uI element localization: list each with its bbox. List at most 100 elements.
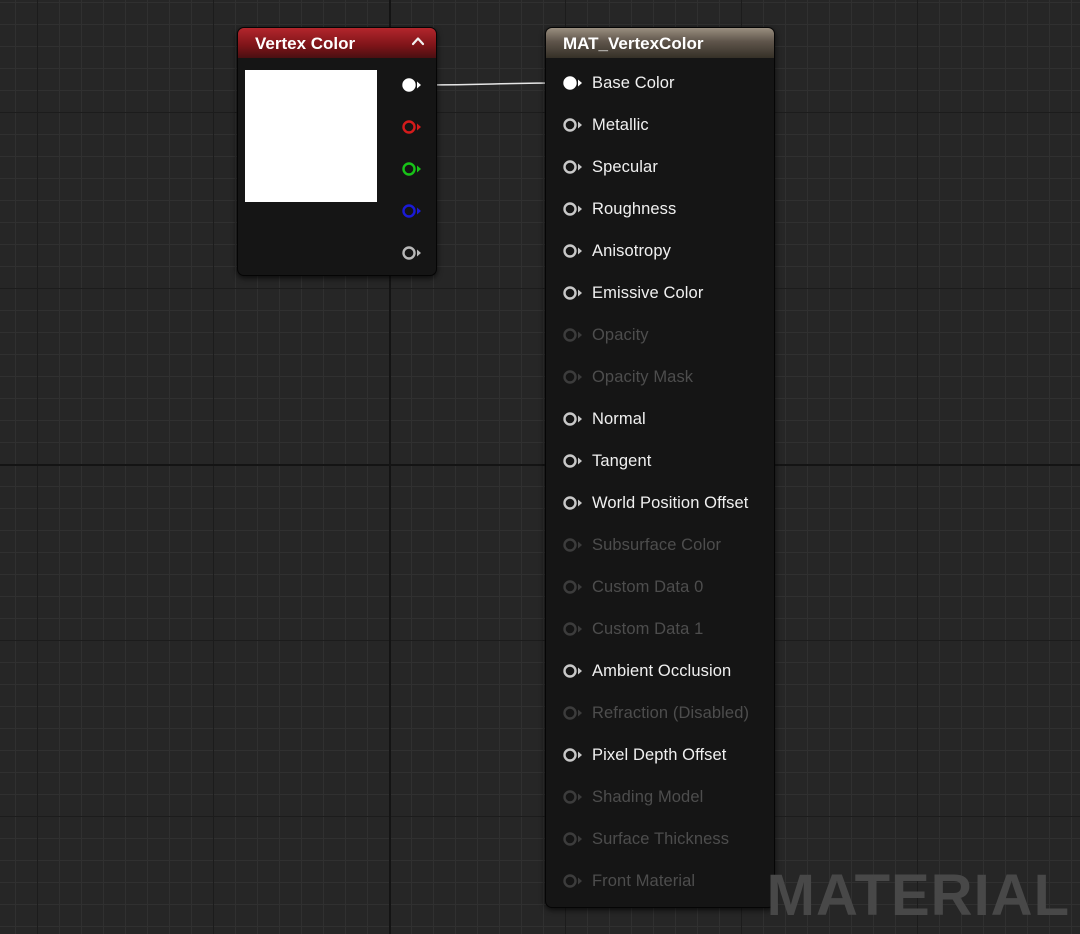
node-title: MAT_VertexColor bbox=[563, 34, 704, 53]
input-pin[interactable] bbox=[562, 411, 584, 427]
input-pin-row[interactable]: Opacity Mask bbox=[546, 366, 774, 390]
input-pin-row[interactable]: Specular bbox=[546, 156, 774, 180]
input-pin[interactable] bbox=[562, 453, 584, 469]
input-pin[interactable] bbox=[562, 327, 584, 343]
input-pin[interactable] bbox=[562, 495, 584, 511]
graph-type-watermark: MATERIAL bbox=[766, 863, 1070, 928]
input-pin-label: Specular bbox=[592, 158, 658, 176]
input-pin[interactable] bbox=[562, 747, 584, 763]
input-pin-label: Subsurface Color bbox=[592, 536, 722, 554]
input-pin[interactable] bbox=[562, 705, 584, 721]
pin-icon bbox=[563, 244, 582, 258]
connection-wire[interactable] bbox=[420, 82, 566, 86]
input-pin-label: Shading Model bbox=[592, 788, 704, 806]
output-pin-r[interactable] bbox=[401, 119, 423, 135]
input-pin-row[interactable]: Surface Thickness bbox=[546, 828, 774, 852]
input-pin-row[interactable]: Opacity bbox=[546, 324, 774, 348]
input-pin-label: World Position Offset bbox=[592, 494, 749, 512]
input-pin-row[interactable]: Pixel Depth Offset bbox=[546, 744, 774, 768]
input-pin-label: Emissive Color bbox=[592, 284, 704, 302]
input-pin[interactable] bbox=[562, 159, 584, 175]
pin-icon bbox=[563, 412, 582, 426]
input-pin-row[interactable]: Emissive Color bbox=[546, 282, 774, 306]
vertex-color-node[interactable]: Vertex Color bbox=[237, 27, 437, 276]
input-pin-label: Pixel Depth Offset bbox=[592, 746, 727, 764]
pin-icon bbox=[563, 496, 582, 510]
input-pin-label: Custom Data 1 bbox=[592, 620, 704, 638]
input-pin-label: Base Color bbox=[592, 74, 675, 92]
pin-icon bbox=[563, 664, 582, 678]
pin-icon bbox=[563, 328, 582, 342]
input-pin-label: Opacity Mask bbox=[592, 368, 694, 386]
output-pin-g[interactable] bbox=[401, 161, 423, 177]
chevron-up-icon bbox=[411, 37, 425, 46]
input-pin-row[interactable]: Custom Data 0 bbox=[546, 576, 774, 600]
vertex-color-node-header[interactable]: Vertex Color bbox=[238, 28, 436, 58]
node-title: Vertex Color bbox=[255, 34, 356, 53]
input-pin-label: Roughness bbox=[592, 200, 677, 218]
input-pin-row[interactable]: Base Color bbox=[546, 72, 774, 96]
input-pin-label: Front Material bbox=[592, 872, 696, 890]
input-pin[interactable] bbox=[562, 369, 584, 385]
output-pin-b[interactable] bbox=[401, 203, 423, 219]
pin-icon bbox=[563, 790, 582, 804]
material-node-header[interactable]: MAT_VertexColor bbox=[546, 28, 774, 58]
collapse-button[interactable] bbox=[407, 32, 429, 54]
input-pin-label: Opacity bbox=[592, 326, 649, 344]
pin-icon bbox=[563, 454, 582, 468]
input-pin-label: Custom Data 0 bbox=[592, 578, 704, 596]
pin-icon bbox=[402, 246, 421, 260]
input-pin[interactable] bbox=[562, 117, 584, 133]
input-pin-label: Normal bbox=[592, 410, 646, 428]
input-pin-row[interactable]: Shading Model bbox=[546, 786, 774, 810]
pin-icon bbox=[402, 78, 421, 92]
pin-icon bbox=[563, 286, 582, 300]
pin-icon bbox=[402, 162, 421, 176]
pin-icon bbox=[563, 538, 582, 552]
output-pin-a[interactable] bbox=[401, 245, 423, 261]
color-preview-swatch bbox=[245, 70, 377, 202]
input-pin[interactable] bbox=[562, 831, 584, 847]
input-pin[interactable] bbox=[562, 621, 584, 637]
input-pin-label: Anisotropy bbox=[592, 242, 671, 260]
input-pin[interactable] bbox=[562, 663, 584, 679]
input-pin[interactable] bbox=[562, 873, 584, 889]
pin-icon bbox=[563, 706, 582, 720]
input-pin-label: Refraction (Disabled) bbox=[592, 704, 750, 722]
pin-icon bbox=[563, 580, 582, 594]
input-pin[interactable] bbox=[562, 537, 584, 553]
input-pin-row[interactable]: Anisotropy bbox=[546, 240, 774, 264]
input-pin[interactable] bbox=[562, 285, 584, 301]
input-pin[interactable] bbox=[562, 789, 584, 805]
pin-icon bbox=[563, 874, 582, 888]
input-pin-row[interactable]: Metallic bbox=[546, 114, 774, 138]
input-pin-label: Metallic bbox=[592, 116, 649, 134]
input-pin-row[interactable]: Subsurface Color bbox=[546, 534, 774, 558]
material-result-node[interactable]: MAT_VertexColor Base Color Metallic Specul… bbox=[545, 27, 775, 908]
input-pin-row[interactable]: Front Material bbox=[546, 870, 774, 894]
pin-icon bbox=[563, 76, 582, 90]
pin-icon bbox=[563, 832, 582, 846]
input-pin[interactable] bbox=[562, 243, 584, 259]
input-pin-row[interactable]: Custom Data 1 bbox=[546, 618, 774, 642]
input-pin[interactable] bbox=[562, 201, 584, 217]
input-pin-row[interactable]: Refraction (Disabled) bbox=[546, 702, 774, 726]
input-pin-row[interactable]: Normal bbox=[546, 408, 774, 432]
input-pin-label: Ambient Occlusion bbox=[592, 662, 732, 680]
output-pin-rgb[interactable] bbox=[401, 77, 423, 93]
input-pin-label: Surface Thickness bbox=[592, 830, 730, 848]
material-graph-canvas[interactable]: Vertex Color MAT_VertexColor Base Color M… bbox=[0, 0, 1080, 934]
input-pin[interactable] bbox=[562, 579, 584, 595]
input-pin-row[interactable]: Tangent bbox=[546, 450, 774, 474]
pin-icon bbox=[563, 622, 582, 636]
input-pin-row[interactable]: Roughness bbox=[546, 198, 774, 222]
input-pin-row[interactable]: Ambient Occlusion bbox=[546, 660, 774, 684]
pin-icon bbox=[402, 120, 421, 134]
pin-icon bbox=[563, 118, 582, 132]
input-pin[interactable] bbox=[562, 75, 584, 91]
input-pin-row[interactable]: World Position Offset bbox=[546, 492, 774, 516]
pin-icon bbox=[563, 202, 582, 216]
input-pin-label: Tangent bbox=[592, 452, 652, 470]
pin-icon bbox=[402, 204, 421, 218]
pin-icon bbox=[563, 370, 582, 384]
